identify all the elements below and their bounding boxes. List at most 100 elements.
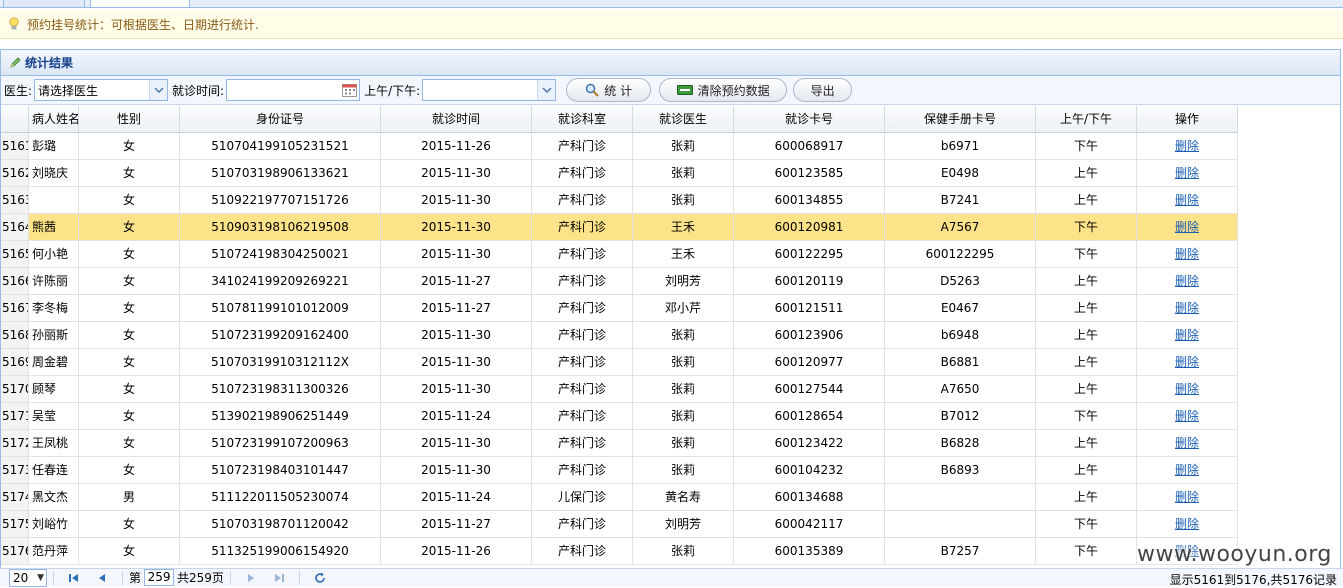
chevron-down-icon[interactable]: [149, 80, 168, 100]
department-cell: 产科门诊: [532, 214, 633, 241]
delete-link[interactable]: 删除: [1175, 463, 1199, 477]
tab-previous[interactable]: [3, 0, 85, 8]
tab-current[interactable]: [90, 0, 190, 8]
visit-date-input[interactable]: [226, 79, 361, 101]
operation-cell: 删除: [1137, 214, 1238, 241]
column-header[interactable]: 操作: [1137, 106, 1238, 133]
table-row[interactable]: 5174黑文杰男5111220115052300742015-11-24儿保门诊…: [1, 484, 1238, 511]
stats-button[interactable]: 统 计: [566, 78, 652, 102]
patient-name-cell: 何小艳: [29, 241, 79, 268]
row-number: 5173: [1, 457, 29, 484]
delete-link[interactable]: 删除: [1175, 166, 1199, 180]
table-row[interactable]: 5161彭璐女5107041991052315212015-11-26产科门诊张…: [1, 133, 1238, 160]
table-row[interactable]: 5167李冬梅女5107811991010120092015-11-27产科门诊…: [1, 295, 1238, 322]
table-row[interactable]: 5168孙丽斯女5107231992091624002015-11-30产科门诊…: [1, 322, 1238, 349]
chevron-down-icon[interactable]: [537, 80, 556, 100]
row-number: 5162: [1, 160, 29, 187]
table-row[interactable]: 5163 女5109221977071517262015-11-30产科门诊张莉6…: [1, 187, 1238, 214]
doctor-label: 医生:: [4, 83, 33, 98]
first-page-button[interactable]: [66, 570, 82, 586]
visit-card-cell: 600121511: [734, 295, 885, 322]
column-header[interactable]: 性别: [79, 106, 180, 133]
visit-date-cell: 2015-11-27: [381, 268, 532, 295]
id-number-cell: 510703198906133621: [180, 160, 381, 187]
doctor-cell: 王禾: [633, 241, 734, 268]
delete-link[interactable]: 删除: [1175, 193, 1199, 207]
delete-link[interactable]: 删除: [1175, 139, 1199, 153]
ampm-select[interactable]: [422, 79, 557, 101]
info-text: 预约挂号统计：可根据医生、日期进行统计.: [27, 17, 259, 32]
doctor-cell: 张莉: [633, 133, 734, 160]
doctor-cell: 黄名寿: [633, 484, 734, 511]
department-cell: 产科门诊: [532, 349, 633, 376]
chevron-down-icon[interactable]: ▼: [37, 570, 44, 586]
table-row[interactable]: 5175刘峪竹女5107031987011200422015-11-27产科门诊…: [1, 511, 1238, 538]
column-header[interactable]: 就诊时间: [381, 106, 532, 133]
export-button[interactable]: 导出: [793, 78, 853, 102]
pager-divider: [53, 570, 54, 585]
ampm-cell: 下午: [1036, 133, 1137, 160]
refresh-icon: [315, 572, 325, 583]
health-book-cell: B6893: [885, 457, 1036, 484]
page-size-value: 20: [13, 570, 29, 585]
operation-cell: 删除: [1137, 160, 1238, 187]
stats-button-label: 统 计: [604, 83, 633, 98]
doctor-cell: 张莉: [633, 403, 734, 430]
clear-appointments-button[interactable]: 清除预约数据: [659, 78, 788, 102]
page-number-input[interactable]: 259: [144, 569, 175, 586]
next-page-icon: [247, 573, 254, 582]
column-header[interactable]: 身份证号: [180, 106, 381, 133]
ampm-cell: 上午: [1036, 430, 1137, 457]
delete-link[interactable]: 删除: [1175, 274, 1199, 288]
delete-link[interactable]: 删除: [1175, 436, 1199, 450]
delete-link[interactable]: 删除: [1175, 247, 1199, 261]
ampm-cell: 上午: [1036, 484, 1137, 511]
ampm-cell: 下午: [1036, 214, 1137, 241]
delete-link[interactable]: 删除: [1175, 220, 1199, 234]
column-header[interactable]: 就诊科室: [532, 106, 633, 133]
row-number: 5161: [1, 133, 29, 160]
next-page-button[interactable]: [243, 570, 259, 586]
visit-date-cell: 2015-11-24: [381, 484, 532, 511]
doctor-select[interactable]: 请选择医生: [34, 79, 169, 101]
table-row[interactable]: 5176范丹萍女5113251990061549202015-11-26产科门诊…: [1, 538, 1238, 565]
delete-link[interactable]: 删除: [1175, 301, 1199, 315]
ampm-cell: 上午: [1036, 322, 1137, 349]
visit-date-cell: 2015-11-30: [381, 214, 532, 241]
column-header[interactable]: 上午/下午: [1036, 106, 1137, 133]
visit-card-cell: 600123585: [734, 160, 885, 187]
export-button-label: 导出: [810, 83, 835, 98]
delete-link[interactable]: 删除: [1175, 382, 1199, 396]
table-row[interactable]: 5164熊茜女5109031981062195082015-11-30产科门诊王…: [1, 214, 1238, 241]
last-page-button[interactable]: [271, 570, 287, 586]
column-header[interactable]: 就诊医生: [633, 106, 734, 133]
id-number-cell: 510704199105231521: [180, 133, 381, 160]
table-row[interactable]: 5166许陈丽女3410241992092692212015-11-27产科门诊…: [1, 268, 1238, 295]
table-row[interactable]: 5169周金碧女51070319910312112X2015-11-30产科门诊…: [1, 349, 1238, 376]
refresh-button[interactable]: [312, 570, 328, 586]
department-cell: 产科门诊: [532, 430, 633, 457]
id-number-cell: 510781199101012009: [180, 295, 381, 322]
table-row[interactable]: 5171吴莹女5139021989062514492015-11-24产科门诊张…: [1, 403, 1238, 430]
table-row[interactable]: 5162刘晓庆女5107031989061336212015-11-30产科门诊…: [1, 160, 1238, 187]
column-header[interactable]: 病人姓名: [29, 106, 79, 133]
header-rownum: [1, 106, 29, 133]
delete-link[interactable]: 删除: [1175, 355, 1199, 369]
table-row[interactable]: 5172王凤桃女5107231991072009632015-11-30产科门诊…: [1, 430, 1238, 457]
page-size-select[interactable]: 20 ▼: [9, 568, 47, 587]
visit-card-cell: 600127544: [734, 376, 885, 403]
delete-link[interactable]: 删除: [1175, 517, 1199, 531]
delete-link[interactable]: 删除: [1175, 328, 1199, 342]
prev-page-button[interactable]: [94, 570, 110, 586]
delete-link[interactable]: 删除: [1175, 409, 1199, 423]
operation-cell: 删除: [1137, 430, 1238, 457]
column-header[interactable]: 就诊卡号: [734, 106, 885, 133]
delete-link[interactable]: 删除: [1175, 490, 1199, 504]
page-prefix: 第: [129, 571, 142, 585]
row-number: 5171: [1, 403, 29, 430]
table-row[interactable]: 5173任春连女5107231984031014472015-11-30产科门诊…: [1, 457, 1238, 484]
table-row[interactable]: 5165何小艳女5107241983042500212015-11-30产科门诊…: [1, 241, 1238, 268]
calendar-icon[interactable]: [342, 83, 358, 97]
column-header[interactable]: 保健手册卡号: [885, 106, 1036, 133]
table-row[interactable]: 5170顾琴女5107231983113003262015-11-30产科门诊张…: [1, 376, 1238, 403]
